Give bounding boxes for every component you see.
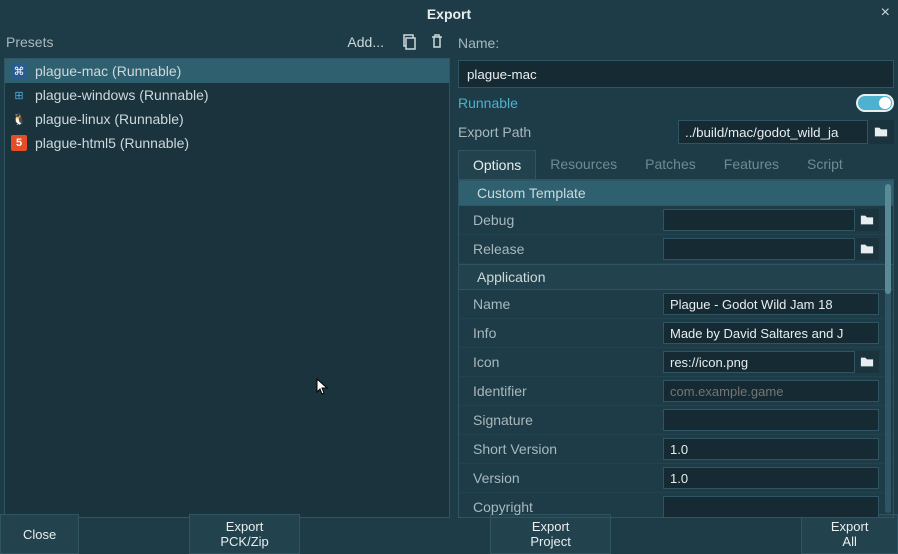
preset-list: ⌘ plague-mac (Runnable) ⊞ plague-windows… [4,58,450,518]
scrollbar[interactable] [885,184,891,513]
tabs: Options Resources Patches Features Scrip… [458,150,894,180]
tab-features[interactable]: Features [710,150,793,179]
app-icon-input[interactable] [663,351,855,373]
runnable-label: Runnable [458,95,856,111]
presets-label: Presets [6,34,347,50]
section-custom-template[interactable]: Custom Template [459,180,893,206]
identifier-label: Identifier [473,383,663,399]
debug-label: Debug [473,212,663,228]
html5-icon: 5 [11,135,27,151]
app-info-input[interactable] [663,322,879,344]
tab-script[interactable]: Script [793,150,857,179]
short-version-input[interactable] [663,438,879,460]
signature-input[interactable] [663,409,879,431]
preset-item-label: plague-html5 (Runnable) [35,135,189,151]
preset-item-html5[interactable]: 5 plague-html5 (Runnable) [5,131,449,155]
export-project-button[interactable]: Export Project [490,514,611,554]
linux-icon: 🐧 [11,111,27,127]
windows-icon: ⊞ [11,87,27,103]
version-label: Version [473,470,663,486]
export-pck-button[interactable]: Export PCK/Zip [189,514,300,554]
signature-label: Signature [473,412,663,428]
preset-item-label: plague-windows (Runnable) [35,87,209,103]
preset-item-windows[interactable]: ⊞ plague-windows (Runnable) [5,83,449,107]
release-label: Release [473,241,663,257]
preset-item-linux[interactable]: 🐧 plague-linux (Runnable) [5,107,449,131]
copyright-input[interactable] [663,496,879,518]
debug-browse-button[interactable] [855,209,879,231]
debug-input[interactable] [663,209,855,231]
tab-patches[interactable]: Patches [631,150,710,179]
version-input[interactable] [663,467,879,489]
preset-item-label: plague-linux (Runnable) [35,111,184,127]
export-path-input[interactable] [678,120,868,144]
short-version-label: Short Version [473,441,663,457]
app-name-input[interactable] [663,293,879,315]
export-path-browse-button[interactable] [868,120,894,144]
add-preset-button[interactable]: Add... [347,34,384,50]
preset-item-label: plague-mac (Runnable) [35,63,181,79]
runnable-toggle[interactable] [856,94,894,112]
preset-item-mac[interactable]: ⌘ plague-mac (Runnable) [5,59,449,83]
app-icon-browse-button[interactable] [855,351,879,373]
copy-preset-icon[interactable] [398,31,420,53]
delete-preset-icon[interactable] [426,31,448,53]
app-info-label: Info [473,325,663,341]
export-path-label: Export Path [458,124,678,140]
release-input[interactable] [663,238,855,260]
close-button[interactable]: Close [0,514,79,554]
release-browse-button[interactable] [855,238,879,260]
tab-resources[interactable]: Resources [536,150,631,179]
export-all-button[interactable]: Export All [801,514,898,554]
app-name-label: Name [473,296,663,312]
scroll-thumb[interactable] [885,184,891,294]
tab-options[interactable]: Options [458,150,536,179]
preset-name-input[interactable] [458,60,894,88]
name-label: Name: [458,35,499,51]
close-icon[interactable]: × [881,4,890,22]
mac-icon: ⌘ [11,63,27,79]
options-panel: Custom Template Debug Release Applicatio… [458,180,894,518]
identifier-input[interactable] [663,380,879,402]
app-icon-label: Icon [473,354,663,370]
window-title: Export [427,6,471,22]
copyright-label: Copyright [473,499,663,515]
section-application[interactable]: Application [459,264,893,290]
